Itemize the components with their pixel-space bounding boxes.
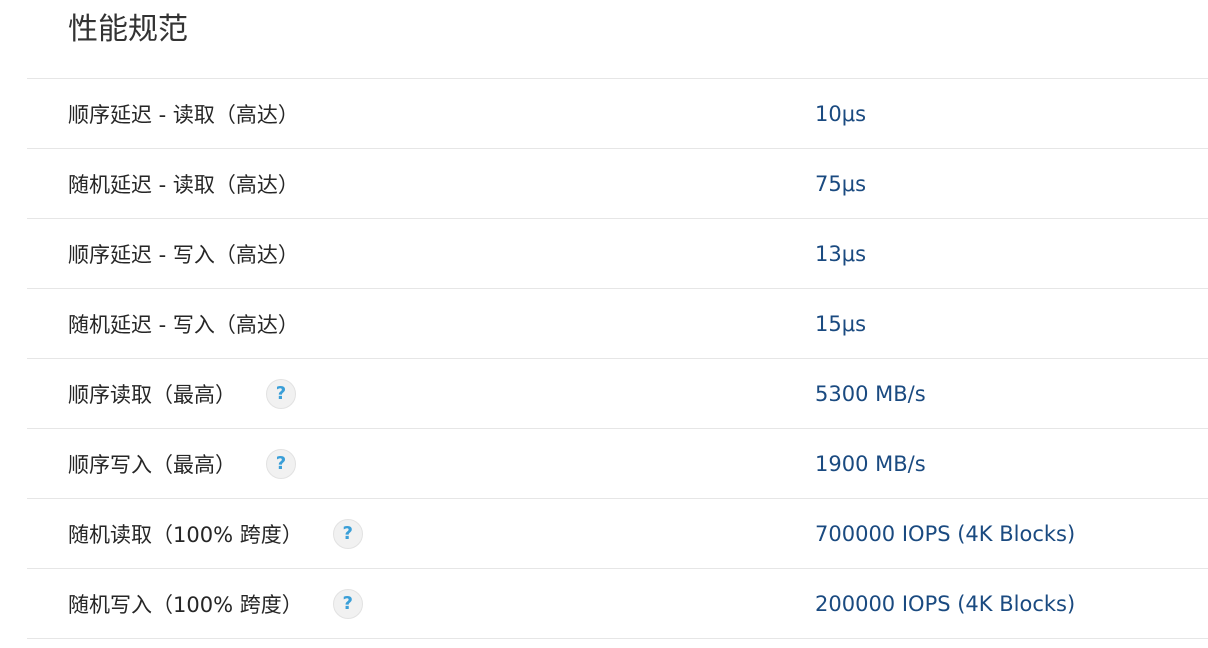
spec-value: 75μs	[815, 171, 867, 196]
spec-row-random-read: 随机读取（100% 跨度） ? 700000 IOPS (4K Blocks)	[27, 499, 1208, 569]
spec-value: 700000 IOPS (4K Blocks)	[815, 521, 1076, 546]
spec-label-text: 顺序延迟 - 读取（高达）	[68, 102, 299, 127]
spec-value: 15μs	[815, 311, 867, 336]
spec-label: 顺序延迟 - 读取（高达）	[68, 79, 299, 148]
question-mark-icon[interactable]: ?	[266, 448, 296, 479]
spec-label: 随机写入（100% 跨度） ?	[68, 569, 363, 638]
question-mark-icon[interactable]: ?	[332, 518, 363, 549]
spec-label: 随机延迟 - 读取（高达）	[68, 149, 299, 218]
spec-row-random-latency-write: 随机延迟 - 写入（高达） 15μs	[27, 289, 1208, 359]
spec-row-sequential-latency-write: 顺序延迟 - 写入（高达） 13μs	[27, 219, 1208, 289]
spec-label-text: 顺序写入（最高）	[68, 452, 236, 477]
spec-label-text: 随机读取（100% 跨度）	[68, 522, 303, 547]
spec-value: 1900 MB/s	[815, 451, 926, 476]
spec-label-text: 随机延迟 - 写入（高达）	[68, 312, 299, 337]
spec-label-text: 随机延迟 - 读取（高达）	[68, 172, 299, 197]
spec-row-sequential-write: 顺序写入（最高） ? 1900 MB/s	[27, 429, 1208, 499]
spec-value: 5300 MB/s	[815, 381, 926, 406]
spec-label-text: 随机写入（100% 跨度）	[68, 592, 303, 617]
spec-label: 顺序延迟 - 写入（高达）	[68, 219, 299, 288]
question-mark-icon[interactable]: ?	[332, 588, 363, 619]
spec-row-sequential-latency-read: 顺序延迟 - 读取（高达） 10μs	[27, 79, 1208, 149]
spec-label-text: 顺序读取（最高）	[68, 382, 236, 407]
spec-label: 随机延迟 - 写入（高达）	[68, 289, 299, 358]
spec-table: 顺序延迟 - 读取（高达） 10μs 随机延迟 - 读取（高达） 75μs 顺序…	[27, 78, 1208, 639]
question-mark-icon[interactable]: ?	[266, 378, 296, 409]
spec-value: 13μs	[815, 241, 867, 266]
spec-label: 顺序写入（最高） ?	[68, 429, 296, 498]
spec-value: 10μs	[815, 101, 867, 126]
spec-row-sequential-read: 顺序读取（最高） ? 5300 MB/s	[27, 359, 1208, 429]
spec-row-random-write: 随机写入（100% 跨度） ? 200000 IOPS (4K Blocks)	[27, 569, 1208, 639]
section-title: 性能规范	[68, 12, 188, 47]
spec-label-text: 顺序延迟 - 写入（高达）	[68, 242, 299, 267]
spec-label: 顺序读取（最高） ?	[68, 359, 296, 428]
spec-row-random-latency-read: 随机延迟 - 读取（高达） 75μs	[27, 149, 1208, 219]
spec-label: 随机读取（100% 跨度） ?	[68, 499, 363, 568]
spec-value: 200000 IOPS (4K Blocks)	[815, 591, 1076, 616]
